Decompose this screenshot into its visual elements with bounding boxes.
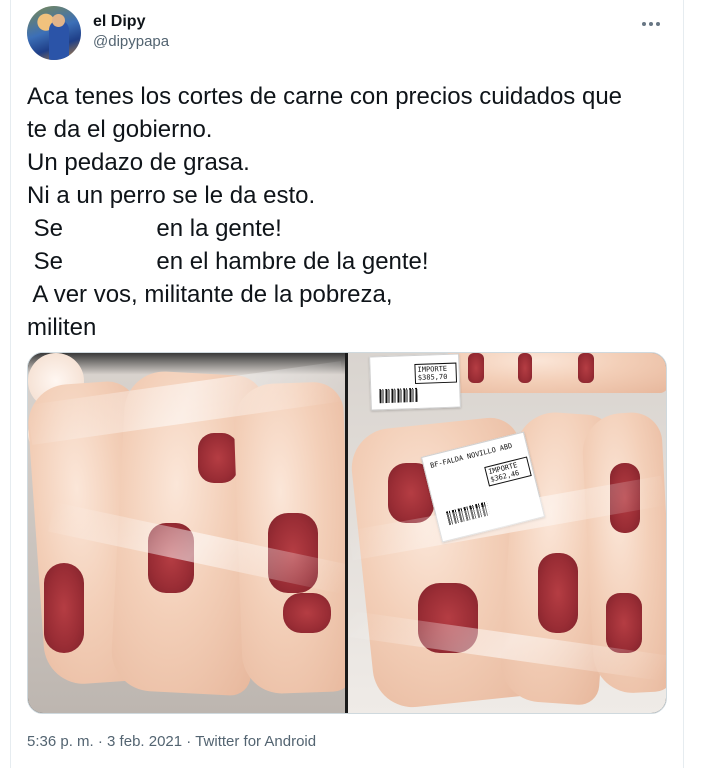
meat-marbling	[518, 353, 532, 383]
display-name[interactable]: el Dipy	[93, 12, 169, 32]
tweet-line: Ni a un perro se le da esto.	[27, 182, 316, 209]
photo-left[interactable]	[28, 353, 345, 713]
tweet-line: Se en la gente!	[27, 215, 282, 242]
importe-tag: IMPORTE $385,70	[414, 362, 458, 384]
tweet-line: Se en el hambre de la gente!	[27, 248, 429, 275]
tweet-line: A ver vos, militante de la pobreza,	[27, 281, 393, 308]
tweet-date[interactable]: 3 feb. 2021	[107, 733, 182, 750]
tweet-card: el Dipy @dipypapa Aca tenes los cortes d…	[10, 0, 684, 768]
importe-tag: IMPORTE $362,46	[484, 456, 532, 487]
tweet-line: te da el gobierno.	[27, 116, 213, 143]
importe-value: $385,70	[417, 372, 448, 382]
photo-right[interactable]: IMPORTE $385,70 BF-FALDA NOVILLO ABD IMP…	[348, 353, 666, 713]
tweet-header: el Dipy @dipypapa	[27, 6, 667, 62]
tweet-line: Un pedazo de grasa.	[27, 149, 250, 176]
user-handle[interactable]: @dipypapa	[93, 32, 169, 52]
more-horizontal-icon[interactable]	[639, 12, 663, 36]
user-names: el Dipy @dipypapa	[93, 12, 169, 52]
meat-marbling	[198, 433, 238, 483]
tweet-media: IMPORTE $385,70 BF-FALDA NOVILLO ABD IMP…	[27, 352, 667, 714]
meat-marbling	[606, 593, 642, 653]
avatar[interactable]	[27, 6, 81, 60]
meat-marbling	[578, 353, 594, 383]
tweet-line: Aca tenes los cortes de carne con precio…	[27, 83, 623, 110]
tweet-text: Aca tenes los cortes de carne con precio…	[27, 80, 677, 344]
tweet-source[interactable]: Twitter for Android	[195, 733, 316, 750]
meat-marbling	[44, 563, 84, 653]
price-label-top: IMPORTE $385,70	[369, 353, 461, 411]
tweet-line: militen	[27, 314, 97, 341]
avatar-head	[52, 14, 65, 27]
meat-marbling	[538, 553, 578, 633]
meta-separator: ·	[97, 733, 103, 750]
tweet-time[interactable]: 5:36 p. m.	[27, 733, 94, 750]
meta-separator: ·	[186, 733, 192, 750]
barcode	[379, 387, 418, 404]
meat-marbling	[283, 593, 331, 633]
tweet-meta: 5:36 p. m. · 3 feb. 2021 · Twitter for A…	[27, 732, 316, 752]
meat-marbling	[468, 353, 484, 383]
